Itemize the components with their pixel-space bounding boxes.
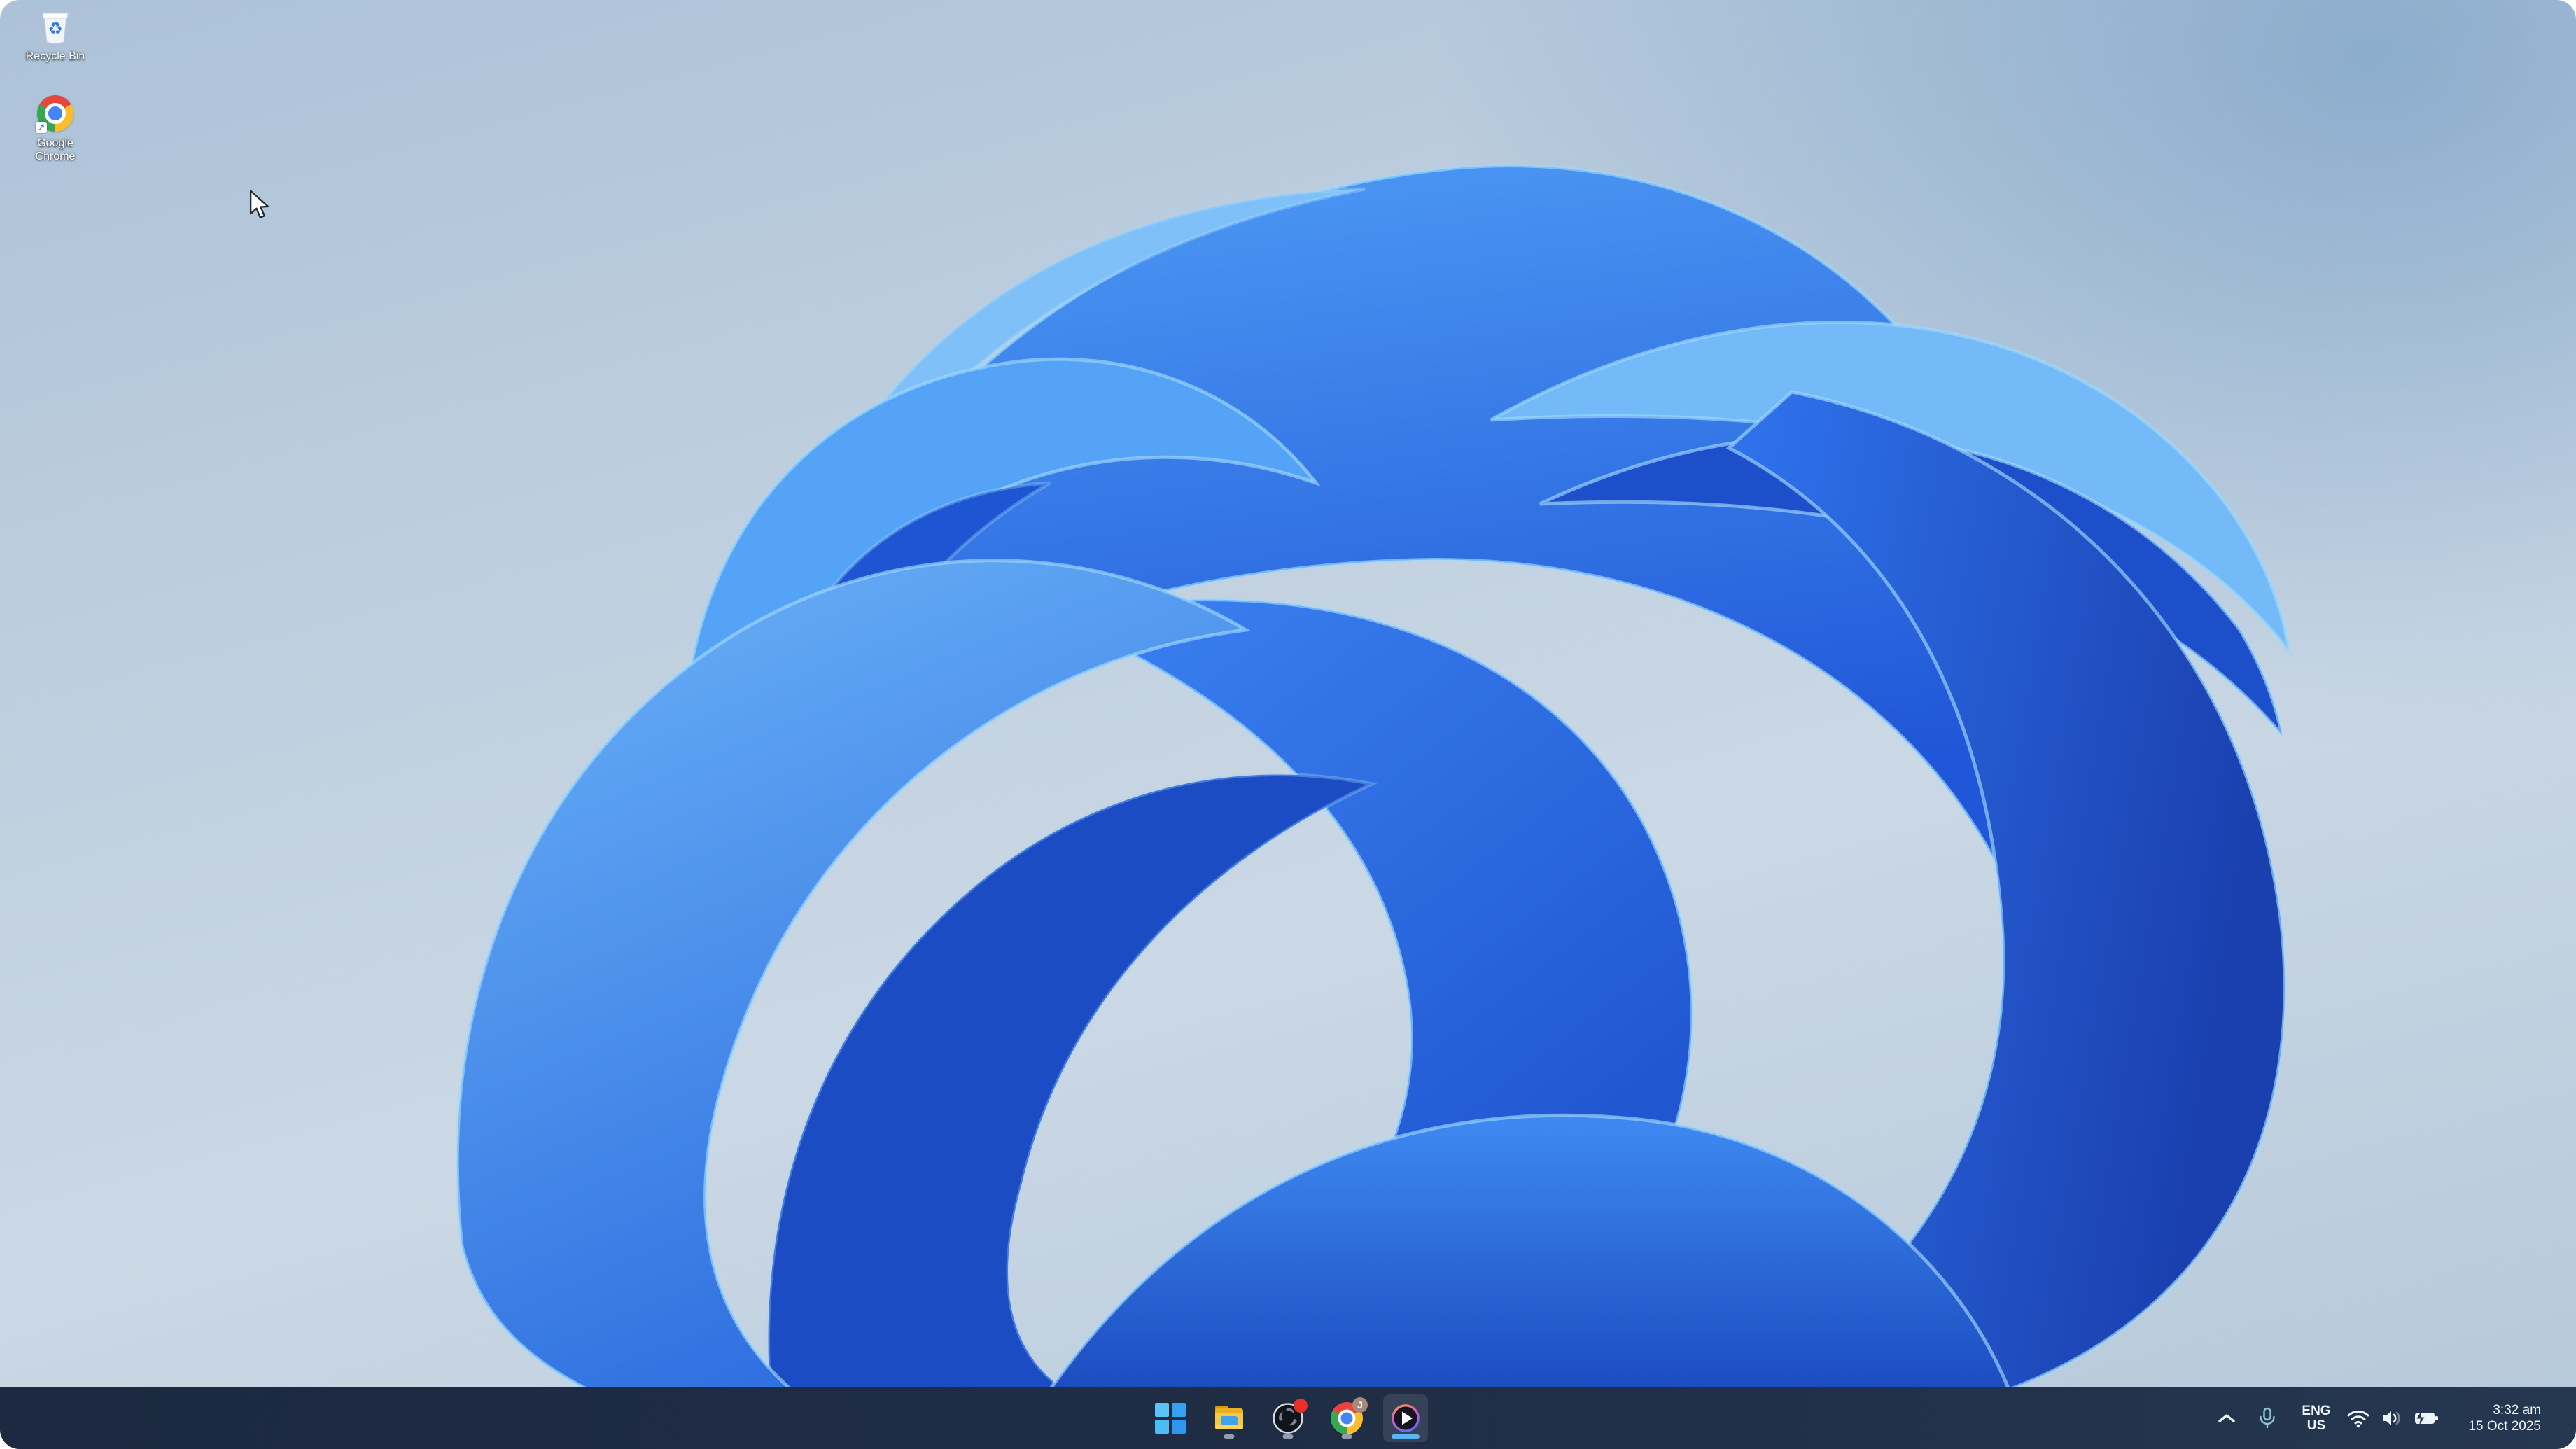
clock-time: 3:32 am [2493, 1403, 2541, 1418]
running-indicator [1224, 1434, 1235, 1438]
active-window-indicator [1392, 1434, 1420, 1438]
system-tray: ENG US 3:32 am 15 Oct 2025 [2211, 1387, 2576, 1449]
desktop-icon-grid: ♻ Recycle Bin ↗ Google Chrome [10, 7, 101, 194]
desktop-screen: ♻ Recycle Bin ↗ Google Chrome J ENG US 3… [0, 0, 2576, 1449]
recycle-bin-icon: ♻ [36, 7, 75, 46]
tray-language-button[interactable]: ENG US [2295, 1404, 2338, 1433]
shortcut-arrow-icon: ↗ [36, 122, 47, 133]
taskbar: J ENG US 3:32 am 15 Oct 2025 [0, 1387, 2576, 1449]
taskbar-media-player-button[interactable] [1383, 1394, 1428, 1442]
mouse-cursor [249, 190, 270, 218]
desktop-icon-label: Recycle Bin [25, 50, 85, 62]
chrome-icon: ↗ [36, 94, 75, 133]
profile-badge: J [1352, 1397, 1368, 1413]
file-explorer-icon [1215, 1406, 1243, 1429]
recording-badge [1294, 1399, 1308, 1413]
quick-settings-button[interactable] [2344, 1408, 2442, 1428]
svg-text:♻: ♻ [48, 19, 63, 38]
volume-icon [2383, 1411, 2400, 1425]
wallpaper-bloom-image [455, 164, 2292, 1423]
battery-charging-icon [2415, 1411, 2438, 1425]
clock-date: 15 Oct 2025 [2468, 1419, 2541, 1434]
tray-microphone-button[interactable] [2251, 1402, 2283, 1434]
tray-overflow-button[interactable] [2211, 1402, 2243, 1434]
language-code: ENG [2302, 1404, 2331, 1418]
media-player-icon [1392, 1404, 1420, 1432]
taskbar-center-apps: J [1148, 1387, 1428, 1449]
tray-clock-button[interactable]: 3:32 am 15 Oct 2025 [2449, 1402, 2541, 1434]
taskbar-chrome-button[interactable]: J [1324, 1394, 1369, 1442]
desktop-icon-google-chrome[interactable]: ↗ Google Chrome [10, 94, 101, 163]
desktop-icon-label: Google Chrome [35, 137, 76, 162]
wifi-icon [2347, 1410, 2370, 1428]
running-indicator [1341, 1434, 1352, 1438]
language-region: US [2306, 1418, 2326, 1433]
microphone-icon [2260, 1407, 2275, 1428]
start-button[interactable] [1148, 1394, 1193, 1442]
taskbar-obs-button[interactable] [1266, 1394, 1310, 1442]
chevron-up-icon [2218, 1414, 2235, 1422]
taskbar-file-explorer-button[interactable] [1207, 1394, 1252, 1442]
desktop-icon-recycle-bin[interactable]: ♻ Recycle Bin [10, 7, 101, 63]
windows-logo-icon [1155, 1403, 1186, 1434]
running-indicator [1282, 1434, 1294, 1438]
